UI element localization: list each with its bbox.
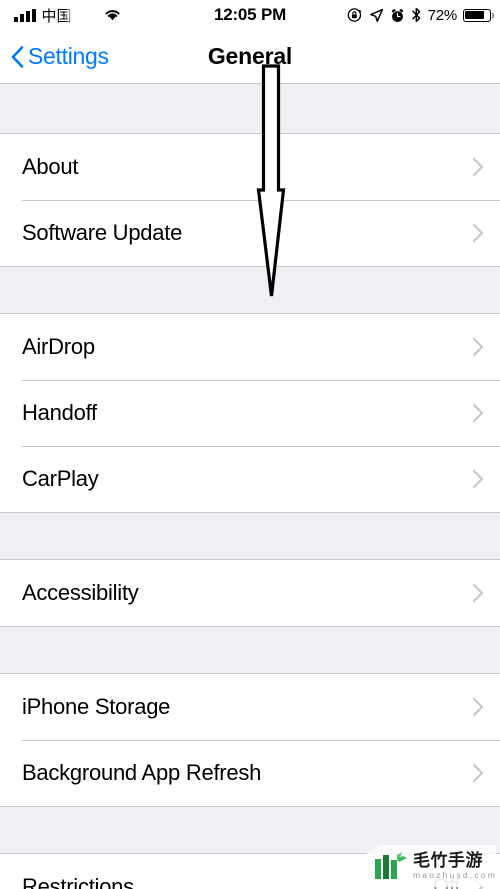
chevron-right-icon: [472, 697, 484, 717]
alarm-clock-icon: [391, 8, 403, 22]
iphone-settings-general-screen: 中国 12:05 PM 72% Settings General About S…: [0, 0, 500, 889]
settings-section-3: iPhone Storage Background App Refresh: [0, 674, 500, 806]
section-gap-2: [0, 512, 500, 560]
row-carplay[interactable]: CarPlay: [0, 446, 500, 512]
page-title: General: [207, 43, 293, 69]
row-label: About: [22, 154, 79, 179]
row-label: Background App Refresh: [22, 760, 262, 785]
chevron-right-icon: [472, 337, 484, 357]
battery-icon: [463, 8, 494, 22]
row-value-restrictions: Off: [432, 875, 460, 889]
settings-section-2: Accessibility: [0, 560, 500, 626]
row-label: Restrictions: [22, 874, 134, 889]
chevron-right-icon: [472, 469, 484, 489]
row-label: AirDrop: [22, 334, 95, 359]
row-software-update[interactable]: Software Update: [0, 200, 500, 266]
section-gap-1: [0, 266, 500, 314]
chevron-right-icon: [472, 157, 484, 177]
row-restrictions[interactable]: Restrictions Off: [0, 854, 500, 889]
row-label: Accessibility: [22, 580, 139, 605]
chevron-right-icon: [472, 223, 484, 243]
chevron-right-icon: [472, 583, 484, 603]
row-about[interactable]: About: [0, 134, 500, 200]
row-handoff[interactable]: Handoff: [0, 380, 500, 446]
row-airdrop[interactable]: AirDrop: [0, 314, 500, 380]
settings-section-1: AirDrop Handoff CarPlay: [0, 314, 500, 512]
rotation-lock-icon: [347, 8, 362, 22]
row-label: Handoff: [22, 400, 97, 425]
row-accessibility[interactable]: Accessibility: [0, 560, 500, 626]
location-arrow-icon: [369, 8, 383, 22]
settings-section-4: Restrictions Off: [0, 854, 500, 889]
status-bar: 中国 12:05 PM 72%: [0, 0, 500, 30]
row-background-app-refresh[interactable]: Background App Refresh: [0, 740, 500, 806]
chevron-right-icon: [472, 877, 484, 889]
row-iphone-storage[interactable]: iPhone Storage: [0, 674, 500, 740]
settings-table: About Software Update AirDrop Handoff Ca…: [0, 84, 500, 889]
navigation-bar: Settings General: [0, 30, 500, 84]
row-label: iPhone Storage: [22, 694, 171, 719]
settings-section-0: About Software Update: [0, 134, 500, 266]
status-bar-right: 72%: [347, 0, 494, 30]
bluetooth-icon: [411, 7, 420, 23]
row-label: CarPlay: [22, 466, 99, 491]
chevron-right-icon: [472, 763, 484, 783]
section-gap-4: [0, 806, 500, 854]
battery-percent-label: 72%: [427, 6, 458, 24]
row-label: Software Update: [22, 220, 183, 245]
section-gap-3: [0, 626, 500, 674]
section-gap-top: [0, 84, 500, 134]
chevron-right-icon: [472, 403, 484, 423]
